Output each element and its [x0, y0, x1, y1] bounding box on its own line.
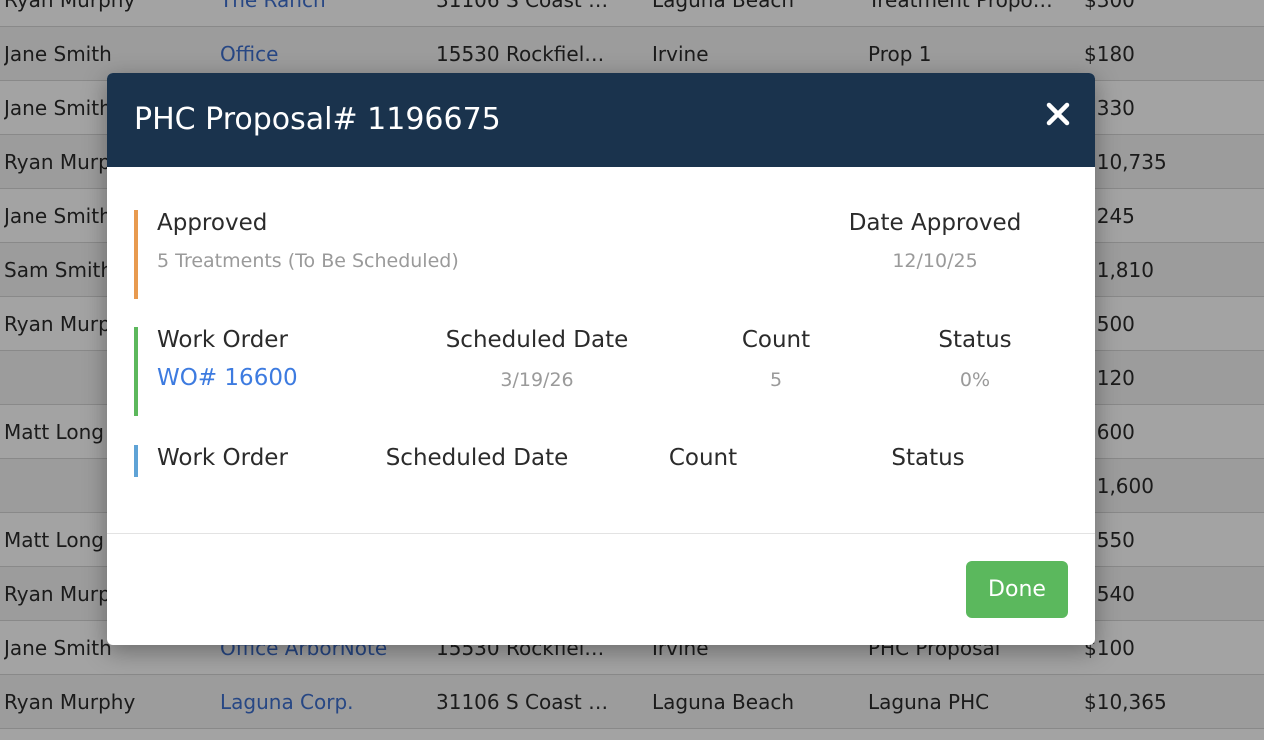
- count-value: 5: [769, 369, 783, 391]
- status-header: Status: [938, 327, 1012, 353]
- modal-title: PHC Proposal# 1196675: [134, 102, 501, 137]
- approved-accent-bar: [134, 210, 138, 299]
- modal-footer-divider: [107, 533, 1095, 534]
- scheduled-date-header: Scheduled Date: [445, 327, 629, 353]
- pending-work-order-section: Work Order Scheduled Date Count Status: [134, 445, 1069, 477]
- pending-accent-bar: [134, 445, 138, 477]
- approved-detail: 5 Treatments (To Be Scheduled): [157, 250, 459, 272]
- work-order-header: Work Order: [157, 445, 288, 471]
- work-order-accent-bar: [134, 327, 138, 416]
- work-order-header: Work Order: [157, 327, 288, 353]
- status-value: 0%: [959, 369, 991, 391]
- scheduled-date-header: Scheduled Date: [385, 445, 569, 471]
- approved-section: Approved 5 Treatments (To Be Scheduled) …: [134, 210, 1069, 299]
- done-button[interactable]: Done: [966, 561, 1068, 618]
- proposal-modal: PHC Proposal# 1196675 Approved 5 Treatme…: [107, 73, 1095, 645]
- count-header: Count: [668, 445, 738, 471]
- status-header: Status: [891, 445, 965, 471]
- close-icon[interactable]: [1043, 99, 1073, 129]
- scheduled-date-value: 3/19/26: [500, 369, 574, 391]
- modal-header: PHC Proposal# 1196675: [107, 73, 1095, 167]
- work-order-section: Work Order Scheduled Date Count Status W…: [134, 327, 1069, 416]
- work-order-link[interactable]: WO# 16600: [157, 365, 298, 391]
- date-approved-value: 12/10/25: [892, 250, 978, 272]
- date-approved-label: Date Approved: [848, 210, 1022, 236]
- approved-label: Approved: [157, 210, 268, 236]
- count-header: Count: [741, 327, 811, 353]
